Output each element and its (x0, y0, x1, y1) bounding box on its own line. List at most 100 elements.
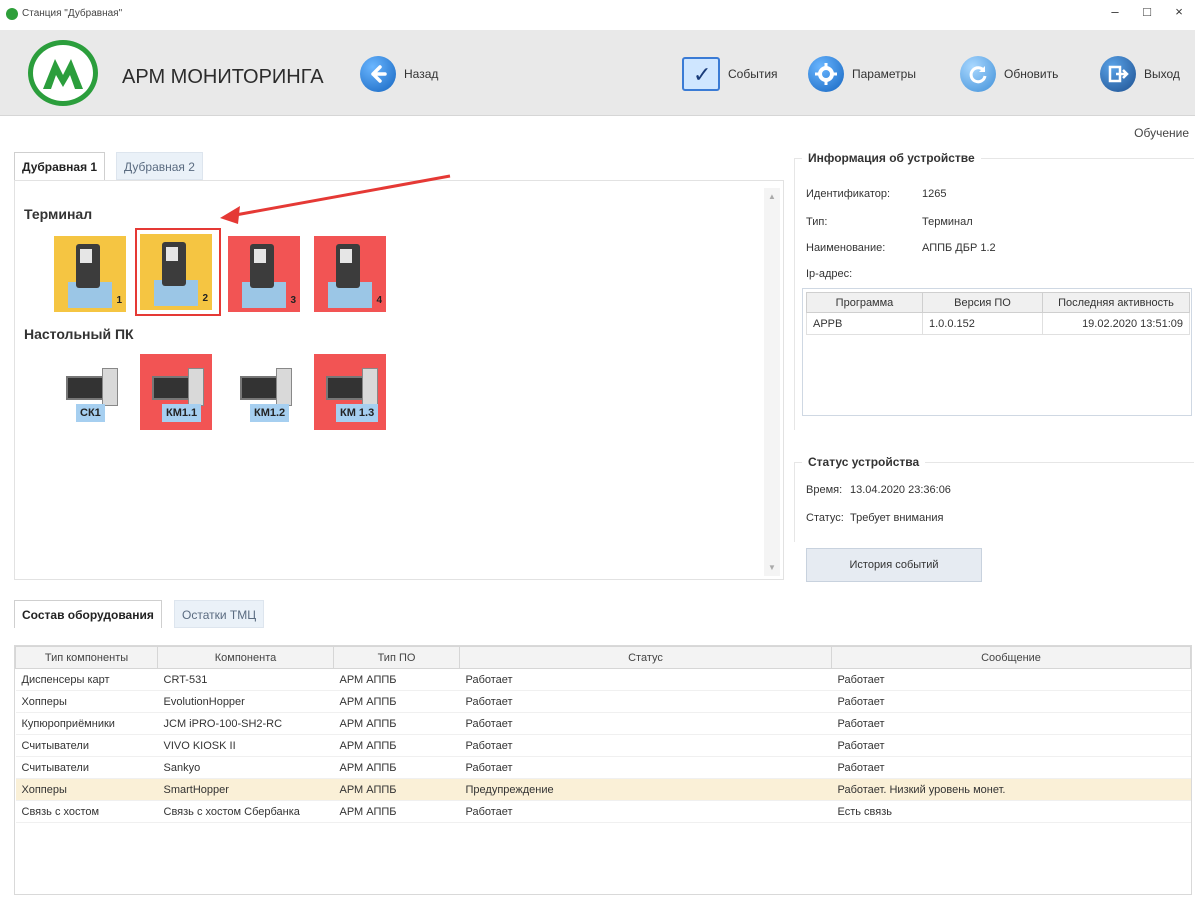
kiosk-icon (162, 242, 186, 286)
table-row[interactable]: Считыватели Sankyo АРМ АППБ Работает Раб… (15, 756, 1191, 779)
software-col-version[interactable]: Версия ПО (922, 292, 1043, 313)
scroll-down-icon[interactable]: ▼ (768, 563, 776, 572)
id-value: 1265 (922, 188, 947, 200)
monitor-icon (326, 376, 364, 400)
software-program: APPB (806, 312, 923, 335)
window-title: Станция "Дубравная" (22, 8, 123, 19)
time-value: 13.04.2020 23:36:06 (850, 484, 951, 496)
status-value: Требует внимания (850, 512, 944, 524)
app-icon (6, 8, 18, 20)
cell-component: CRT-531 (157, 668, 334, 691)
cell-component: Связь с хостом Сбербанка (157, 800, 334, 823)
device-status-group (794, 462, 1194, 542)
cell-type: Считыватели (15, 734, 158, 757)
back-arrow-icon (360, 56, 396, 92)
name-label: Наименование: (806, 242, 886, 254)
cell-status: Работает (459, 668, 832, 691)
scroll-up-icon[interactable]: ▲ (768, 192, 776, 201)
cell-component: JCM iPRO-100-SH2-RC (157, 712, 334, 735)
cell-component: EvolutionHopper (157, 690, 334, 713)
pc-tile-1[interactable]: СК1 (54, 354, 126, 430)
table-row-warning[interactable]: Хопперы SmartHopper АРМ АППБ Предупрежде… (15, 778, 1191, 801)
annotation-arrow (220, 174, 451, 224)
events-button[interactable]: События (682, 56, 778, 92)
close-button[interactable]: × (1168, 4, 1190, 19)
terminal-tile-2[interactable]: 2 (140, 234, 212, 310)
app-header: АРМ МОНИТОРИНГА Назад События Параметры … (0, 30, 1195, 116)
cell-software-type: АРМ АППБ (333, 668, 460, 691)
table-row[interactable]: Считыватели VIVO KIOSK II АРМ АППБ Работ… (15, 734, 1191, 757)
kiosk-icon (250, 244, 274, 288)
maximize-button[interactable]: □ (1136, 4, 1158, 19)
pc-tower-icon (362, 368, 378, 406)
cell-software-type: АРМ АППБ (333, 690, 460, 713)
terminal-tile-1[interactable]: 1 (54, 236, 126, 312)
tab-station-2[interactable]: Дубравная 2 (116, 152, 203, 180)
refresh-icon (960, 56, 996, 92)
pc-tower-icon (188, 368, 204, 406)
pc-tile-3[interactable]: КМ1.2 (228, 354, 300, 430)
exit-button[interactable]: Выход (1100, 56, 1180, 92)
kiosk-icon (76, 244, 100, 288)
pc-tile-4[interactable]: КМ 1.3 (314, 354, 386, 430)
software-table: Программа Версия ПО Последняя активность… (802, 288, 1192, 416)
cell-type: Купюроприёмники (15, 712, 158, 735)
cell-software-type: АРМ АППБ (333, 800, 460, 823)
device-panel-scrollbar[interactable]: ▲ ▼ (764, 188, 780, 576)
cell-message: Работает (831, 712, 1191, 735)
table-row[interactable]: Связь с хостом Связь с хостом Сбербанка … (15, 800, 1191, 823)
parameters-button[interactable]: Параметры (808, 56, 916, 92)
kiosk-icon (336, 244, 360, 288)
device-info-title: Информация об устройстве (802, 151, 981, 165)
cell-message: Работает (831, 690, 1191, 713)
gear-icon (808, 56, 844, 92)
tab-equipment[interactable]: Состав оборудования (14, 600, 162, 628)
events-label: События (728, 67, 778, 81)
cell-status: Работает (459, 690, 832, 713)
software-version: 1.0.0.152 (922, 312, 1043, 335)
back-button[interactable]: Назад (360, 56, 438, 92)
table-row[interactable]: Хопперы EvolutionHopper АРМ АППБ Работае… (15, 690, 1191, 713)
cell-component: VIVO KIOSK II (157, 734, 334, 757)
cell-software-type: АРМ АППБ (333, 734, 460, 757)
refresh-label: Обновить (1004, 67, 1059, 81)
cell-type: Хопперы (15, 690, 158, 713)
id-label: Идентификатор: (806, 188, 891, 200)
terminal-number: 3 (290, 295, 296, 306)
cell-message: Работает (831, 734, 1191, 757)
equip-col-component[interactable]: Компонента (157, 646, 334, 669)
equip-col-message[interactable]: Сообщение (831, 646, 1191, 669)
clipboard-check-icon (682, 57, 720, 91)
table-row[interactable]: Купюроприёмники JCM iPRO-100-SH2-RC АРМ … (15, 712, 1191, 735)
event-history-button[interactable]: История событий (806, 548, 982, 582)
tab-inventory[interactable]: Остатки ТМЦ (174, 600, 265, 628)
pc-label: КМ1.2 (250, 404, 290, 422)
table-row[interactable]: APPB 1.0.0.152 19.02.2020 13:51:09 (806, 312, 1190, 335)
terminal-tile-4[interactable]: 4 (314, 236, 386, 312)
table-row[interactable]: Диспенсеры карт CRT-531 АРМ АППБ Работае… (15, 668, 1191, 691)
cell-software-type: АРМ АППБ (333, 778, 460, 801)
equip-col-software-type[interactable]: Тип ПО (333, 646, 460, 669)
software-col-activity[interactable]: Последняя активность (1042, 292, 1190, 313)
pc-tile-2[interactable]: КМ1.1 (140, 354, 212, 430)
software-col-program[interactable]: Программа (806, 292, 923, 313)
pc-tower-icon (102, 368, 118, 406)
equip-col-status[interactable]: Статус (459, 646, 832, 669)
cell-type: Диспенсеры карт (15, 668, 158, 691)
terminal-number: 2 (202, 293, 208, 304)
pc-label: СК1 (76, 404, 105, 422)
type-label: Тип: (806, 216, 828, 228)
minimize-button[interactable]: – (1104, 4, 1126, 19)
name-value: АППБ ДБР 1.2 (922, 242, 996, 254)
refresh-button[interactable]: Обновить (960, 56, 1058, 92)
tab-station-1[interactable]: Дубравная 1 (14, 152, 106, 180)
type-value: Терминал (922, 216, 973, 228)
terminal-number: 1 (116, 295, 122, 306)
cell-type: Считыватели (15, 756, 158, 779)
cell-component: Sankyo (157, 756, 334, 779)
monitor-icon (240, 376, 278, 400)
status-label: Статус: (806, 512, 844, 524)
terminal-tile-3[interactable]: 3 (228, 236, 300, 312)
cell-status: Работает (459, 734, 832, 757)
equip-col-type[interactable]: Тип компоненты (15, 646, 158, 669)
